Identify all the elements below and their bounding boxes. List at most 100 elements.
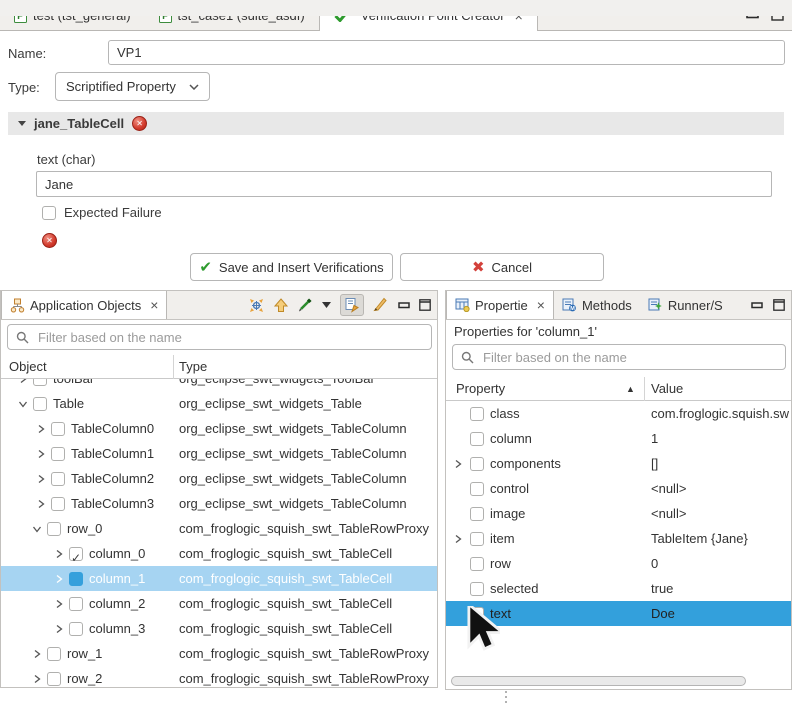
row-checkbox[interactable]: [69, 572, 83, 586]
property-row-row[interactable]: row 0: [446, 551, 791, 576]
row-checkbox[interactable]: [51, 472, 65, 486]
column-divider[interactable]: [173, 355, 174, 379]
objects-table-header[interactable]: Object Type: [1, 355, 437, 379]
property-row-item[interactable]: item TableItem {Jane}: [446, 526, 791, 551]
expected-failure-row[interactable]: Expected Failure: [42, 205, 162, 220]
type-column-header[interactable]: Type: [179, 355, 207, 379]
verification-section-header[interactable]: jane_TableCell ✕: [8, 112, 784, 135]
property-column-header[interactable]: Property: [456, 377, 505, 401]
cancel-button[interactable]: ✖ Cancel: [400, 253, 604, 281]
tab-close-icon[interactable]: ×: [150, 297, 158, 313]
row-checkbox[interactable]: [470, 432, 484, 446]
property-row-control[interactable]: control <null>: [446, 476, 791, 501]
row-checkbox[interactable]: [69, 597, 83, 611]
properties-table-header[interactable]: Property ▲ Value: [446, 377, 791, 401]
value-column-header[interactable]: Value: [651, 377, 683, 401]
property-row-selected[interactable]: selected true: [446, 576, 791, 601]
row-checkbox[interactable]: [33, 397, 47, 411]
save-and-insert-button[interactable]: ✔ Save and Insert Verifications: [190, 253, 393, 281]
property-row-column[interactable]: column 1: [446, 426, 791, 451]
property-value: TableItem {Jane}: [651, 526, 748, 551]
maximize-icon[interactable]: [773, 299, 785, 311]
row-checkbox[interactable]: [47, 522, 61, 536]
row-checkbox[interactable]: [470, 507, 484, 521]
edit-pencil-icon[interactable]: [373, 297, 389, 313]
row-checkbox[interactable]: [51, 497, 65, 511]
minimize-icon[interactable]: [751, 302, 763, 309]
tree-row-tablecolumn3[interactable]: TableColumn3 org_eclipse_swt_widgets_Tab…: [1, 491, 437, 516]
tree-row-table[interactable]: Table org_eclipse_swt_widgets_Table: [1, 391, 437, 416]
tab-runner-server[interactable]: Runner/S: [640, 291, 731, 319]
property-value: com.froglogic.squish.sw: [651, 401, 789, 426]
text-char-input[interactable]: [36, 171, 772, 197]
runner-icon: [648, 298, 663, 312]
object-picker-icon[interactable]: [297, 297, 313, 313]
highlight-object-toggle[interactable]: [340, 294, 364, 316]
property-value: 0: [651, 551, 658, 576]
section-collapse-icon[interactable]: [18, 121, 26, 126]
property-row-image[interactable]: image <null>: [446, 501, 791, 526]
row-checkbox[interactable]: [51, 422, 65, 436]
tab-application-objects[interactable]: Application Objects ×: [1, 291, 167, 319]
row-checkbox[interactable]: [470, 582, 484, 596]
tree-row-tablecolumn2[interactable]: TableColumn2 org_eclipse_swt_widgets_Tab…: [1, 466, 437, 491]
horizontal-scrollbar[interactable]: [451, 676, 746, 686]
row-checkbox[interactable]: [470, 532, 484, 546]
tree-type: com_froglogic_squish_swt_TableCell: [179, 616, 392, 641]
tree-label: TableColumn2: [71, 466, 154, 491]
row-checkbox[interactable]: [47, 647, 61, 661]
tree-row-column0[interactable]: column_0 com_froglogic_squish_swt_TableC…: [1, 541, 437, 566]
tab-properties[interactable]: Propertie ×: [446, 291, 554, 319]
tree-label: toolBar: [53, 379, 94, 391]
move-up-icon[interactable]: [274, 298, 288, 313]
objects-filter-input[interactable]: [36, 329, 423, 346]
tab-methods[interactable]: M Methods: [554, 291, 640, 319]
objects-filter[interactable]: [7, 324, 432, 350]
locate-object-icon[interactable]: [248, 297, 265, 314]
tree-row-row0[interactable]: row_0 com_froglogic_squish_swt_TableRowP…: [1, 516, 437, 541]
tree-row-row2[interactable]: row_2 com_froglogic_squish_swt_TableRowP…: [1, 666, 437, 687]
row-checkbox[interactable]: [470, 557, 484, 571]
object-column-header[interactable]: Object: [9, 355, 47, 379]
minimize-icon[interactable]: [398, 302, 410, 309]
tree-row-tablecolumn1[interactable]: TableColumn1 org_eclipse_swt_widgets_Tab…: [1, 441, 437, 466]
tree-label: column_3: [89, 616, 145, 641]
expected-failure-checkbox[interactable]: [42, 206, 56, 220]
picker-dropdown-icon[interactable]: [322, 302, 331, 308]
properties-filter-input[interactable]: [481, 349, 777, 366]
tree-row-toolbar[interactable]: toolBar org_eclipse_swt_widgets_ToolBar: [1, 379, 437, 391]
maximize-icon[interactable]: [419, 299, 431, 311]
row-checkbox[interactable]: [51, 447, 65, 461]
property-name: control: [490, 476, 529, 501]
column-divider[interactable]: [644, 377, 645, 401]
properties-subtitle: Properties for 'column_1': [454, 324, 597, 339]
sash-handle[interactable]: [505, 691, 507, 703]
properties-filter[interactable]: [452, 344, 786, 370]
property-row-class[interactable]: class com.froglogic.squish.sw: [446, 401, 791, 426]
tree-row-tablecolumn0[interactable]: TableColumn0 org_eclipse_swt_widgets_Tab…: [1, 416, 437, 441]
tab-close-icon[interactable]: ×: [537, 297, 545, 313]
tree-row-column1-selected[interactable]: column_1 com_froglogic_squish_swt_TableC…: [1, 566, 437, 591]
type-dropdown[interactable]: Scriptified Property: [55, 72, 210, 101]
row-checkbox[interactable]: [470, 407, 484, 421]
row-checkbox[interactable]: [33, 379, 47, 386]
tree-row-row1[interactable]: row_1 com_froglogic_squish_swt_TableRowP…: [1, 641, 437, 666]
tree-label: TableColumn3: [71, 491, 154, 516]
name-input[interactable]: [108, 40, 785, 65]
row-checkbox[interactable]: [69, 622, 83, 636]
row-checkbox[interactable]: [47, 672, 61, 686]
search-icon: [461, 351, 474, 364]
row-checkbox[interactable]: [69, 547, 83, 561]
row-checkbox[interactable]: [470, 607, 484, 621]
tree-row-column3[interactable]: column_3 com_froglogic_squish_swt_TableC…: [1, 616, 437, 641]
row-checkbox[interactable]: [470, 457, 484, 471]
x-icon: ✖: [472, 260, 485, 275]
tree-row-column2[interactable]: column_2 com_froglogic_squish_swt_TableC…: [1, 591, 437, 616]
tree-type: org_eclipse_swt_widgets_TableColumn: [179, 491, 407, 516]
save-button-label: Save and Insert Verifications: [219, 260, 384, 275]
tree-type: com_froglogic_squish_swt_TableCell: [179, 566, 392, 591]
property-row-components[interactable]: components []: [446, 451, 791, 476]
property-row-text-selected[interactable]: text Doe: [446, 601, 791, 626]
row-checkbox[interactable]: [470, 482, 484, 496]
sort-ascending-icon[interactable]: ▲: [626, 377, 635, 401]
